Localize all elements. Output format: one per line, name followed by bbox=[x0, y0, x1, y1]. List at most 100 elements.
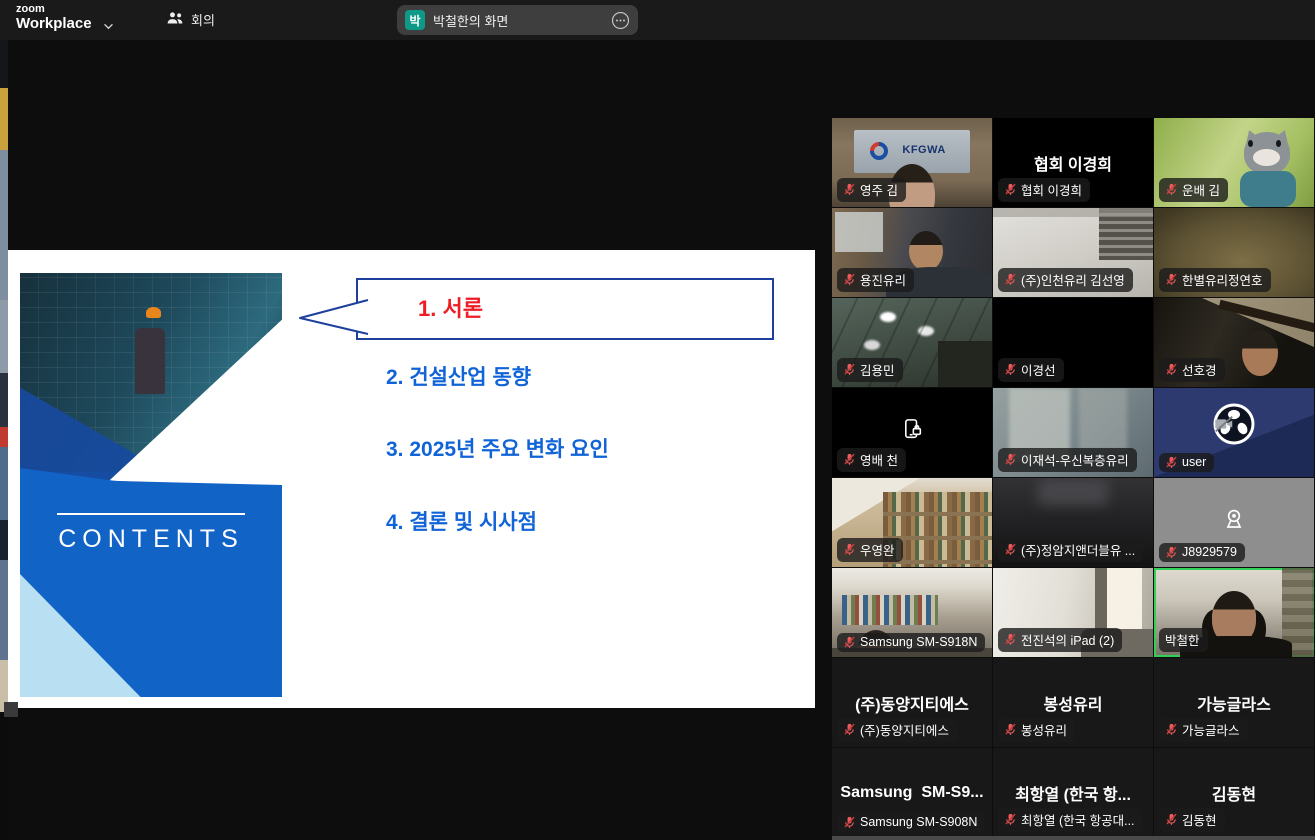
contents-divider-line bbox=[57, 513, 246, 515]
participant-tile[interactable]: Samsung SM-S918N bbox=[832, 568, 992, 657]
participant-name: 운배 김 bbox=[1182, 180, 1220, 199]
mic-muted-icon bbox=[1004, 723, 1017, 736]
participant-tile[interactable]: (주)정암지앤더블유 ... bbox=[993, 478, 1153, 567]
participant-name: 최항열 (한국 항공대... bbox=[1021, 810, 1135, 829]
zoom-workplace-logo[interactable]: zoom Workplace bbox=[16, 4, 92, 31]
tile-decoration bbox=[1079, 388, 1127, 450]
people-icon bbox=[166, 10, 184, 29]
participant-tile[interactable]: 이재석-우신복층유리 bbox=[993, 388, 1153, 477]
shared-screen-tab[interactable]: 박 박철한의 화면 bbox=[397, 5, 638, 35]
participant-tile[interactable]: 전진석의 iPad (2) bbox=[993, 568, 1153, 657]
participant-tile[interactable]: 운배 김 bbox=[1154, 118, 1314, 207]
participant-tile[interactable]: 용진유리 bbox=[832, 208, 992, 297]
participant-tile[interactable]: 우영완 bbox=[832, 478, 992, 567]
participant-tile[interactable]: (주)동양지티에스(주)동양지티에스 bbox=[832, 658, 992, 747]
participant-name: 이재석-우신복층유리 bbox=[1021, 450, 1129, 469]
participant-name: 이경선 bbox=[1021, 360, 1056, 379]
participant-name-label: 봉성유리 bbox=[998, 718, 1075, 742]
participant-tile[interactable]: 영배 천 bbox=[832, 388, 992, 477]
mic-muted-icon bbox=[1004, 543, 1017, 556]
participant-name: 영주 김 bbox=[860, 180, 898, 199]
participant-tile[interactable]: J8929579 bbox=[1154, 478, 1314, 567]
tile-decoration bbox=[1107, 568, 1142, 630]
mic-muted-icon bbox=[1004, 813, 1017, 826]
participant-tile[interactable]: user bbox=[1154, 388, 1314, 477]
contents-title: CONTENTS bbox=[20, 525, 282, 554]
worker-silhouette bbox=[135, 328, 165, 394]
participant-name-label: 김용민 bbox=[837, 358, 903, 382]
participant-name-label: 가능글라스 bbox=[1159, 718, 1248, 742]
participant-tile[interactable]: 한별유리정연호 bbox=[1154, 208, 1314, 297]
participant-name: 봉성유리 bbox=[1021, 720, 1067, 739]
mic-muted-icon bbox=[843, 183, 856, 196]
participant-name-label: 영배 천 bbox=[837, 448, 906, 472]
mic-muted-icon bbox=[843, 273, 856, 286]
contents-cover-figure: CONTENTS bbox=[20, 273, 282, 697]
participant-tile[interactable]: 김용민 bbox=[832, 298, 992, 387]
participant-tile[interactable]: 김동현김동현 bbox=[1154, 748, 1314, 837]
webcam-icon bbox=[1220, 506, 1248, 534]
participant-tile[interactable]: 선호경 bbox=[1154, 298, 1314, 387]
participant-tile[interactable]: 협회 이경희협회 이경희 bbox=[993, 118, 1153, 207]
mic-muted-icon bbox=[843, 816, 856, 829]
participant-name: 가능글라스 bbox=[1182, 720, 1240, 739]
participant-tile[interactable]: Samsung SM-S9...Samsung SM-S908N bbox=[832, 748, 992, 837]
participant-tile[interactable]: 가능글라스가능글라스 bbox=[1154, 658, 1314, 747]
participant-name-label: 김동현 bbox=[1159, 808, 1225, 832]
tile-decoration bbox=[1242, 330, 1278, 376]
participant-name-label: J8929579 bbox=[1159, 543, 1245, 562]
grid-scroll-edge[interactable] bbox=[832, 836, 1315, 840]
more-options-icon[interactable] bbox=[611, 11, 630, 30]
participant-name-label: Samsung SM-S908N bbox=[837, 813, 985, 832]
phone-lock-icon bbox=[899, 416, 926, 443]
avatar: 박 bbox=[405, 10, 425, 30]
participant-name-label: 영주 김 bbox=[837, 178, 906, 202]
participant-name-label: 이경선 bbox=[998, 358, 1064, 382]
mic-muted-icon bbox=[1004, 363, 1017, 376]
participant-tile[interactable]: 박철한 bbox=[1154, 568, 1314, 657]
participant-name-label: (주)인천유리 김선영 bbox=[998, 268, 1133, 292]
mic-muted-icon bbox=[1165, 723, 1178, 736]
participant-name: 김용민 bbox=[860, 360, 895, 379]
mic-muted-icon bbox=[1004, 633, 1017, 646]
meeting-tab-label: 회의 bbox=[191, 10, 215, 29]
callout-tail bbox=[280, 296, 368, 340]
participant-name: 김동현 bbox=[1182, 810, 1217, 829]
participant-name-label: 최항열 (한국 항공대... bbox=[998, 808, 1143, 832]
participant-name: 용진유리 bbox=[860, 270, 906, 289]
participant-name-label: 선호경 bbox=[1159, 358, 1225, 382]
participant-tile[interactable]: 이경선 bbox=[993, 298, 1153, 387]
participant-name: Samsung SM-S908N bbox=[860, 815, 977, 829]
camera-off-icon bbox=[1213, 413, 1235, 435]
tab-meeting[interactable]: 회의 bbox=[166, 10, 215, 29]
mic-muted-icon bbox=[843, 543, 856, 556]
participant-name-label: 용진유리 bbox=[837, 268, 914, 292]
participant-name-label: user bbox=[1159, 453, 1214, 472]
participant-name-label: 우영완 bbox=[837, 538, 903, 562]
mic-muted-icon bbox=[843, 723, 856, 736]
participant-name-label: 협회 이경희 bbox=[998, 178, 1090, 202]
participant-name-label: 전진석의 iPad (2) bbox=[998, 628, 1122, 652]
participant-tile[interactable]: 봉성유리봉성유리 bbox=[993, 658, 1153, 747]
tile-background-text: KFGWA bbox=[902, 144, 945, 156]
participant-tile[interactable]: 최항열 (한국 항...최항열 (한국 항공대... bbox=[993, 748, 1153, 837]
tile-decoration bbox=[1240, 171, 1296, 207]
participant-grid: KFGWA 영주 김 협회 이경희협회 이경희운배 김용진유리 (주)인천유리 김선영… bbox=[832, 118, 1314, 837]
participant-name: 선호경 bbox=[1182, 360, 1217, 379]
mic-muted-icon bbox=[1165, 183, 1178, 196]
window-edge-artifact bbox=[4, 702, 18, 717]
participant-name: 협회 이경희 bbox=[1021, 180, 1082, 199]
participant-tile[interactable]: KFGWA 영주 김 bbox=[832, 118, 992, 207]
mic-muted-icon bbox=[1165, 363, 1178, 376]
participant-name-label: 운배 김 bbox=[1159, 178, 1228, 202]
slide-item-3: 3. 2025년 주요 변화 요인 bbox=[386, 433, 609, 463]
logo-line-zoom: zoom bbox=[16, 4, 92, 15]
participant-tile[interactable]: (주)인천유리 김선영 bbox=[993, 208, 1153, 297]
tile-decoration bbox=[993, 208, 1153, 217]
mic-muted-icon bbox=[1165, 273, 1178, 286]
participant-name: J8929579 bbox=[1182, 545, 1237, 559]
participant-name-label: Samsung SM-S918N bbox=[837, 633, 985, 652]
participant-name-label: 이재석-우신복층유리 bbox=[998, 448, 1137, 472]
chevron-down-icon[interactable] bbox=[103, 17, 114, 35]
mic-muted-icon bbox=[1165, 813, 1178, 826]
